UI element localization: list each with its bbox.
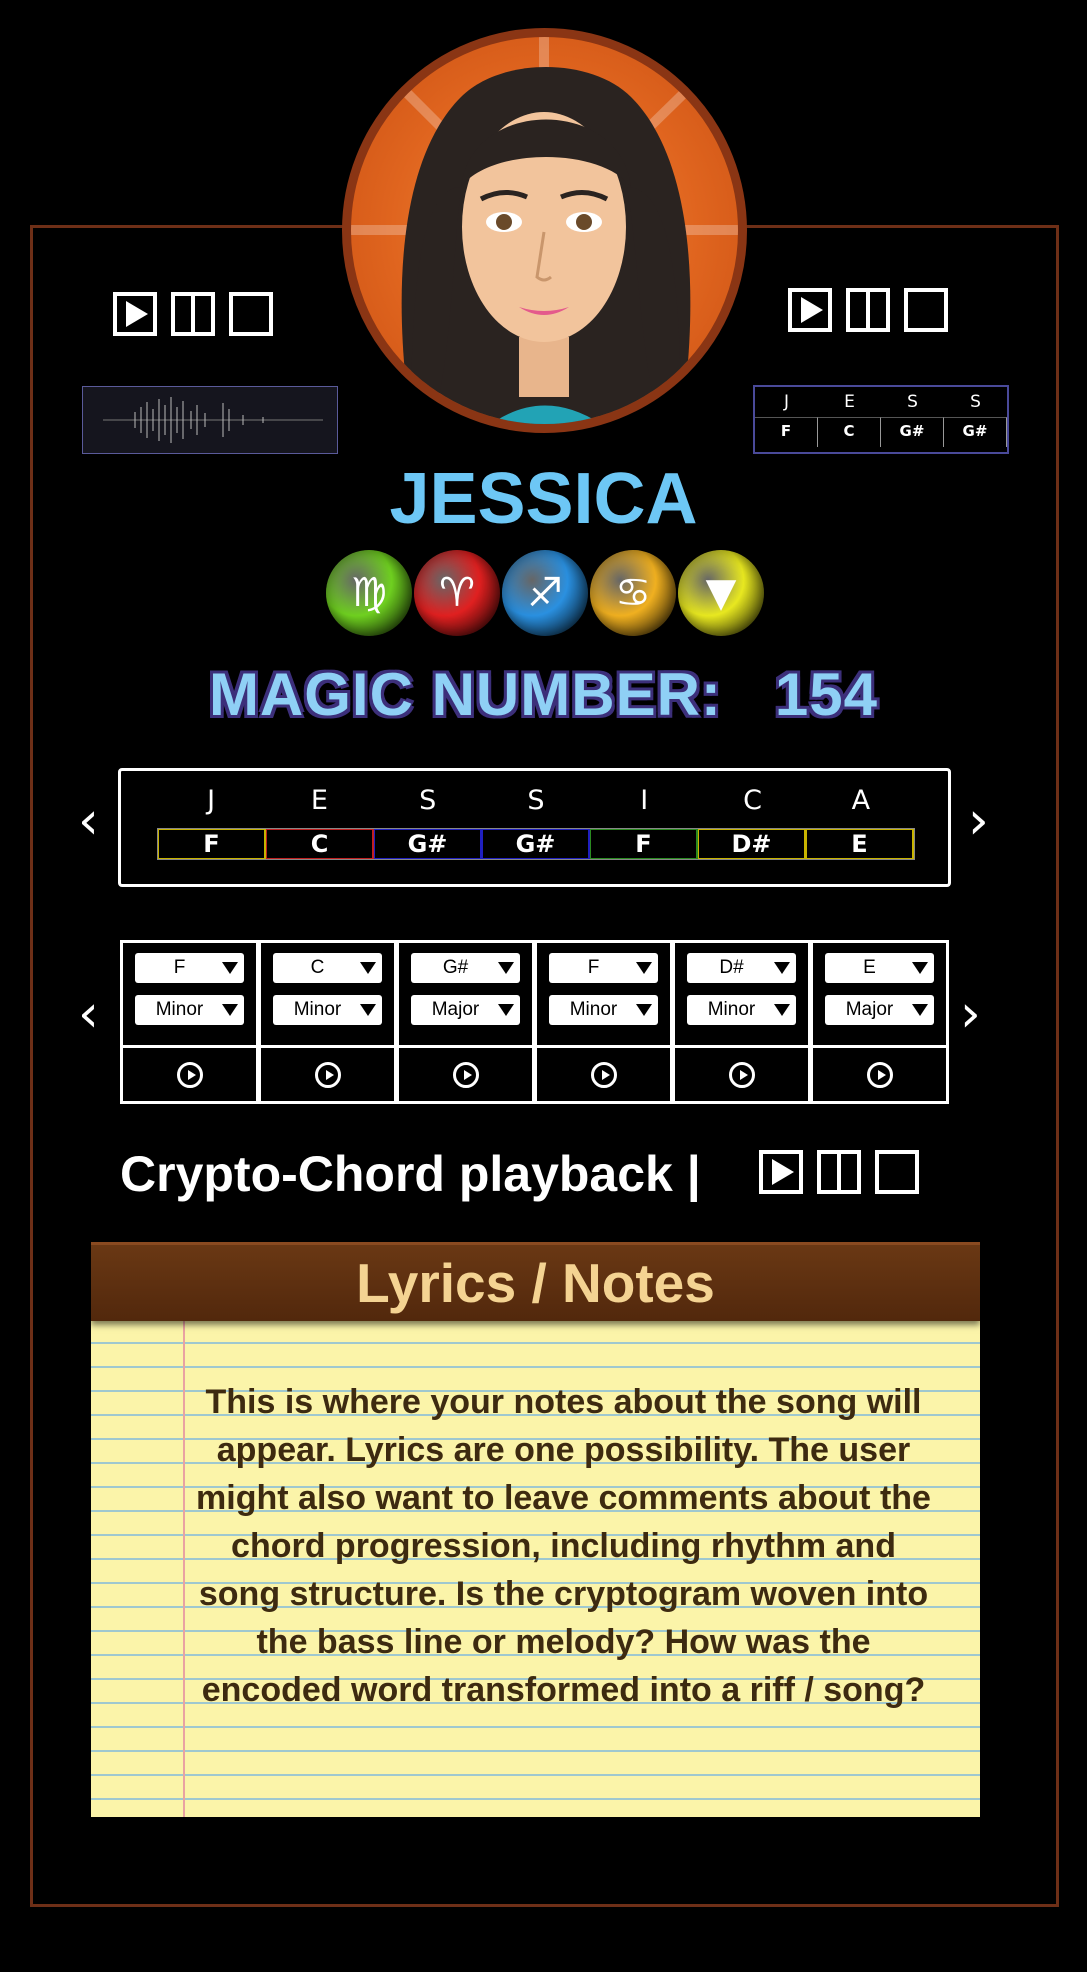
chord-play-icon[interactable] (452, 1061, 479, 1088)
notepad-text: This is where your notes about the song … (196, 1383, 931, 1709)
chord-quality-select[interactable]: Major (825, 995, 934, 1025)
chord-quality-select[interactable]: Minor (273, 995, 382, 1025)
mini-note: C (818, 417, 881, 447)
notepad-paper[interactable]: This is where your notes about the song … (91, 1320, 980, 1817)
cryptogram-next-arrow-icon[interactable]: › (968, 795, 989, 847)
left-transport-controls (113, 292, 273, 336)
right-transport-controls (788, 288, 948, 332)
playback-transport-controls (759, 1150, 919, 1194)
mini-letter: S (907, 392, 918, 412)
crypto-letter: A (851, 785, 871, 816)
notepad-title: Lyrics / Notes (91, 1242, 980, 1321)
magic-number-value: 154 (774, 661, 879, 728)
chord-root-select[interactable]: F (135, 953, 244, 983)
notepad-margin-line (183, 1320, 185, 1817)
zodiac-gems: ♍ ♈ ♐ ♋ ▼ (326, 550, 764, 636)
crypto-letter: E (310, 785, 328, 816)
mini-letter: E (844, 392, 855, 412)
chord-column: F Minor (537, 943, 675, 1101)
avatar (342, 28, 747, 433)
play-button[interactable] (113, 292, 157, 336)
chord-play-icon[interactable] (176, 1061, 203, 1088)
chord-root-select[interactable]: F (549, 953, 658, 983)
sagittarius-gem-icon: ♐ (502, 550, 588, 636)
mini-note: G# (881, 417, 944, 447)
chord-play-icon[interactable] (590, 1061, 617, 1088)
stop-button[interactable] (904, 288, 948, 332)
audio-waveform[interactable] (82, 386, 338, 454)
mini-letter: J (783, 392, 789, 412)
crypto-note: G# (374, 829, 482, 859)
crypto-letter: S (419, 785, 437, 816)
pause-button[interactable] (817, 1150, 861, 1194)
crypto-note: F (158, 829, 266, 859)
chord-quality-select[interactable]: Major (411, 995, 520, 1025)
chord-quality-select[interactable]: Minor (687, 995, 796, 1025)
play-button[interactable] (759, 1150, 803, 1194)
chord-quality-select[interactable]: Minor (549, 995, 658, 1025)
crypto-note: E (806, 829, 914, 859)
chord-column: G# Major (399, 943, 537, 1101)
crypto-note: F (590, 829, 698, 859)
playback-label: Crypto-Chord playback | (120, 1146, 701, 1202)
crypto-letter: J (207, 785, 216, 816)
chord-column: F Minor (123, 943, 261, 1101)
crypto-letter: I (640, 785, 649, 816)
pause-button[interactable] (846, 288, 890, 332)
crypto-note: G# (482, 829, 590, 859)
crypto-note: D# (698, 829, 806, 859)
aries-gem-icon: ♈ (414, 550, 500, 636)
crypto-letter: C (743, 785, 762, 816)
cryptogram-panel: JESSICA F C G# G# F D# E (118, 768, 951, 887)
crypto-letter: S (527, 785, 545, 816)
lyrics-notepad: Lyrics / Notes This is where your notes … (91, 1242, 980, 1817)
chord-root-select[interactable]: C (273, 953, 382, 983)
triangle-gem-icon: ▼ (678, 550, 764, 636)
stop-button[interactable] (875, 1150, 919, 1194)
chord-root-select[interactable]: D# (687, 953, 796, 983)
chord-root-select[interactable]: G# (411, 953, 520, 983)
chords-next-arrow-icon[interactable]: › (960, 988, 981, 1040)
crypto-note: C (266, 829, 374, 859)
pause-button[interactable] (171, 292, 215, 336)
chord-play-icon[interactable] (728, 1061, 755, 1088)
profile-name: JESSICA (389, 459, 698, 539)
mini-note: G# (944, 417, 1007, 447)
play-button[interactable] (788, 288, 832, 332)
chord-selector-grid: F Minor C Minor G# Major F Minor D# Minor E Major (120, 940, 949, 1104)
mini-letter: S (970, 392, 981, 412)
chord-column: C Minor (261, 943, 399, 1101)
chord-play-icon[interactable] (314, 1061, 341, 1088)
chord-column: E Major (813, 943, 946, 1101)
cryptogram-prev-arrow-icon[interactable]: ‹ (78, 795, 99, 847)
magic-number: MAGIC NUMBER: 154 (0, 660, 1087, 729)
chord-column: D# Minor (675, 943, 813, 1101)
mini-cryptogram: JESS F C G# G# (753, 385, 1009, 454)
mini-note: F (755, 417, 818, 447)
chords-prev-arrow-icon[interactable]: ‹ (78, 988, 99, 1040)
chord-play-icon[interactable] (866, 1061, 893, 1088)
virgo-gem-icon: ♍ (326, 550, 412, 636)
stop-button[interactable] (229, 292, 273, 336)
cancer-gem-icon: ♋ (590, 550, 676, 636)
magic-number-label: MAGIC NUMBER: (208, 661, 722, 728)
chord-root-select[interactable]: E (825, 953, 934, 983)
chord-quality-select[interactable]: Minor (135, 995, 244, 1025)
